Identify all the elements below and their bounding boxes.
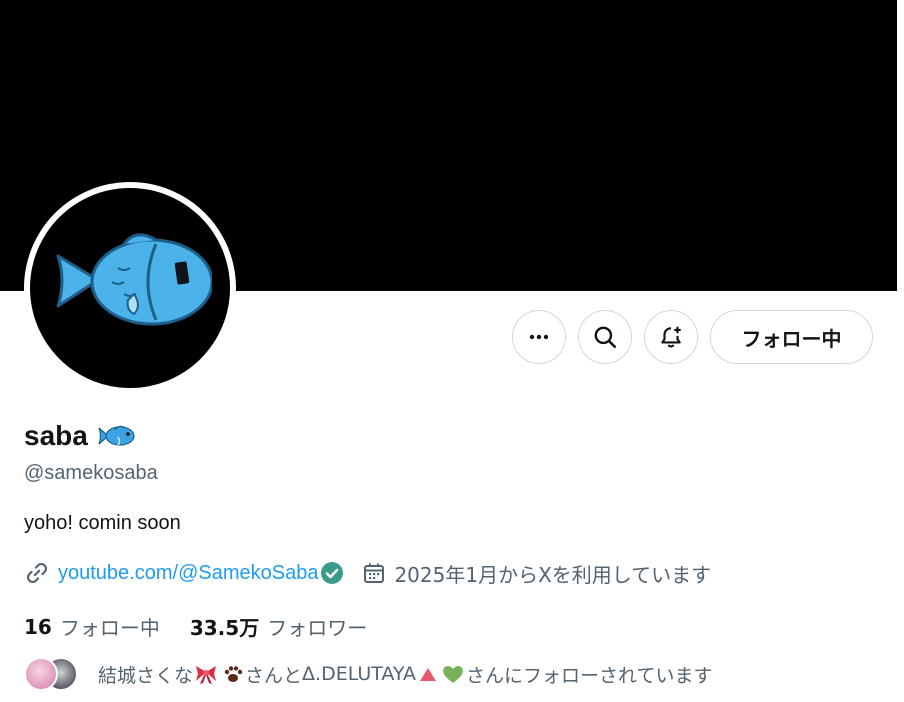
ribbon-icon: [194, 663, 218, 685]
verified-badge-icon: [321, 562, 344, 584]
display-name: saba: [24, 420, 88, 451]
bio: yoho! comin soon: [24, 512, 181, 534]
follower-name: Δ.DELUTAYA: [302, 663, 417, 685]
calendar-icon: [364, 563, 385, 583]
joined-date: 2025年1月からXを利用しています: [394, 562, 712, 587]
followed-by-suffix: さんにフォローされています: [466, 664, 713, 687]
followers-label: フォロワー: [267, 616, 368, 640]
followers-count: 33.5万: [189, 616, 260, 640]
following-stat[interactable]: 16 フォロー中: [24, 612, 160, 641]
follower-name: 結城さくな: [98, 664, 194, 687]
avatar[interactable]: [30, 188, 230, 388]
scrollbar-track: [897, 0, 904, 702]
following-label: フォロー中: [59, 616, 160, 640]
follower-avatar: [24, 657, 58, 691]
triangle-icon: [417, 664, 439, 684]
follow-stats: 16 フォロー中 33.5万 フォロワー: [24, 612, 367, 641]
following-count: 16: [24, 614, 52, 639]
paw-icon: [220, 663, 244, 685]
search-icon: [594, 326, 617, 349]
followed-by-text: 結城さくな さんと Δ.DELUTAYA さんにフォローされています: [98, 661, 712, 688]
fish-emoji-icon: [98, 425, 135, 446]
user-handle: @samekosaba: [24, 462, 158, 484]
search-button[interactable]: [578, 310, 632, 364]
profile-meta: youtube.com/@SamekoSaba 2025年1月からXを利用してい…: [24, 558, 711, 588]
green-heart-icon: [441, 663, 465, 685]
fish-logo-icon: [56, 233, 212, 326]
display-name-row: saba: [24, 420, 136, 452]
followers-stat[interactable]: 33.5万 フォロワー: [190, 612, 367, 641]
bell-plus-icon: [661, 326, 681, 348]
ellipsis-icon: [529, 334, 549, 340]
following-button[interactable]: フォロー中: [710, 310, 873, 364]
notify-button[interactable]: [644, 310, 698, 364]
link-icon: [27, 563, 47, 583]
followed-by-connector: さんと: [245, 664, 303, 687]
followed-by[interactable]: 結城さくな さんと Δ.DELUTAYA さんにフォローされています: [24, 656, 712, 692]
more-button[interactable]: [512, 310, 566, 364]
profile-link[interactable]: youtube.com/@SamekoSaba: [58, 562, 318, 585]
